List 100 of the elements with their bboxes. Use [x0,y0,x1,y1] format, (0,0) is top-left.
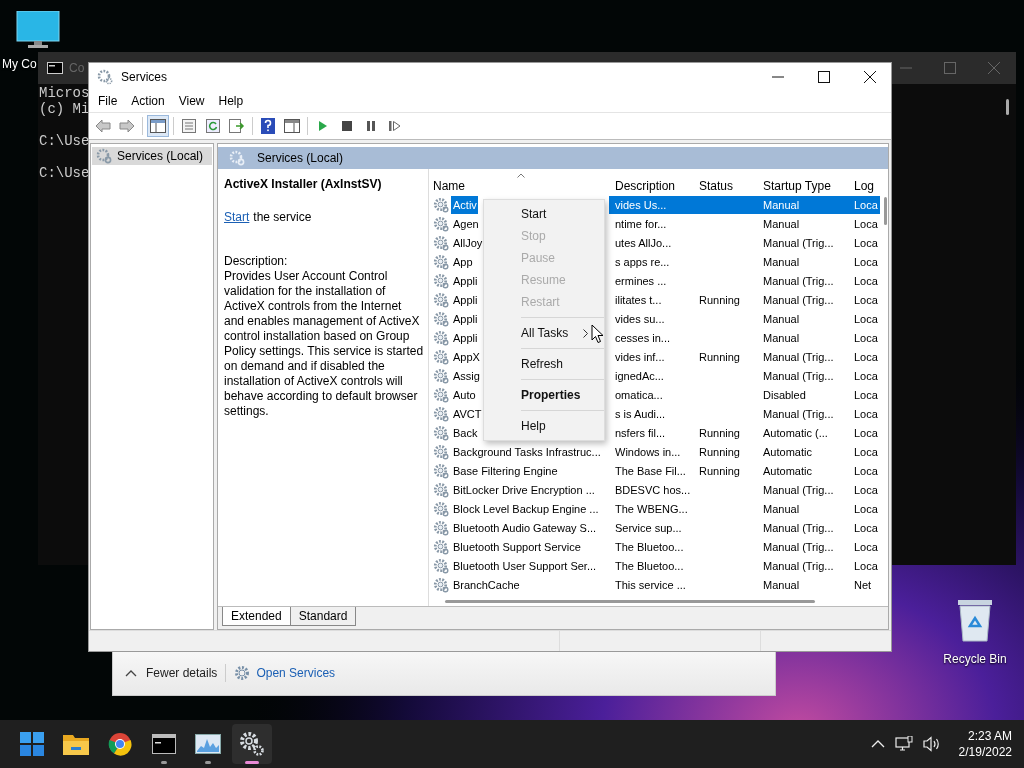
start-link[interactable]: Start [224,210,250,224]
table-cell[interactable]: AVCT [451,404,483,423]
table-row[interactable]: vides su... Manual Loca [609,309,880,328]
gears-icon [239,731,265,757]
table-row[interactable]: vides inf... Running Manual (Trig... Loca [609,347,880,366]
table-cell-text: Manual (Trig... [762,521,835,534]
table-row[interactable]: cesses in... Manual Loca [609,328,880,347]
table-cell[interactable]: Bluetooth Audio Gateway S... [451,518,598,537]
recycle-bin-icon[interactable] [956,598,994,642]
desktop-icon-label[interactable]: My Co [2,57,37,71]
caret-up-icon[interactable] [125,669,137,677]
resume-icon [389,121,401,131]
menu-item[interactable]: Properties [484,384,604,406]
table-cell[interactable]: BranchCache [451,575,521,594]
desktop-icon-label[interactable]: Recycle Bin [943,652,1007,666]
table-cell[interactable]: Agen [451,214,480,233]
table-cell-text: Automatic [762,445,813,458]
gear-icon [433,386,449,403]
left-arrow-icon [95,119,111,133]
table-cell-text: Loca [853,312,879,325]
table-row[interactable]: vides Us... Manual Loca [609,195,880,214]
menu-item[interactable]: View [171,94,212,108]
table-cell[interactable]: Assig [451,366,481,385]
table-row[interactable]: Windows in... Running Automatic Loca [609,442,880,461]
table-row[interactable]: Service sup... Manual (Trig... Loca [609,518,880,537]
table-cell[interactable]: App [451,252,474,271]
table-cell[interactable]: AllJoy [451,233,484,252]
gear-icon [433,253,449,270]
menu-item[interactable]: Help [484,415,604,437]
scrollbar-thumb[interactable] [445,600,815,603]
scrollbar-thumb[interactable] [884,197,887,225]
column-header[interactable]: Name [431,179,609,193]
table-cell[interactable]: Back [451,423,479,442]
menu-item[interactable]: Refresh [484,353,604,375]
gear-icon [433,272,449,289]
table-row[interactable]: The Bluetoo... Manual (Trig... Loca [609,556,880,575]
table-row[interactable]: The Base Fil... Running Automatic Loca [609,461,880,480]
table-cell-text: Loca [853,331,879,344]
table-row[interactable]: utes AllJo... Manual (Trig... Loca [609,233,880,252]
open-services-link[interactable]: Open Services [256,666,336,680]
menu-item[interactable]: Start [484,203,604,225]
table-row[interactable]: This service ... Manual Net [609,575,880,594]
table-row[interactable]: ilitates t... Running Manual (Trig... Loca [609,290,880,309]
toolbar-button[interactable] [147,115,169,137]
table-cell-text: ilitates t... [614,293,663,306]
table-cell-text: Running [698,445,741,458]
monitor-icon[interactable] [16,11,60,49]
table-row[interactable]: s apps re... Manual Loca [609,252,880,271]
gear-icon [433,576,449,593]
speaker-icon[interactable] [922,736,941,752]
table-row[interactable]: The Bluetoo... Manual (Trig... Loca [609,537,880,556]
table-cell[interactable]: Appli [451,328,479,347]
table-cell-text: Loca [853,217,879,230]
tab[interactable]: Standard [289,607,357,626]
table-cell-text: Manual (Trig... [762,293,835,306]
tab[interactable]: Extended [222,607,291,626]
table-cell-text: Running [698,350,741,363]
table-cell[interactable]: Base Filtering Engine [451,461,559,480]
menu-item[interactable]: File [91,94,125,108]
table-cell[interactable]: BitLocker Drive Encryption ... [451,480,596,499]
menu-item[interactable]: Help [211,94,251,108]
table-cell-text: ermines ... [614,274,668,287]
table-row[interactable]: omatica... Disabled Loca [609,385,880,404]
gears-icon [229,150,245,166]
table-row[interactable]: ignedAc... Manual (Trig... Loca [609,366,880,385]
gear-icon [433,310,449,327]
table-cell[interactable]: Activ [451,195,478,214]
table-cell[interactable]: Background Tasks Infrastruc... [451,442,602,461]
table-row[interactable]: The WBENG... Manual Loca [609,499,880,518]
table-row[interactable]: s is Audi... Manual (Trig... Loca [609,404,880,423]
table-cell[interactable]: Appli [451,271,479,290]
fewer-details-toggle[interactable]: Fewer details [146,666,218,680]
table-row[interactable]: ntime for... Manual Loca [609,214,880,233]
table-cell[interactable]: Bluetooth User Support Ser... [451,556,598,575]
tree-item[interactable]: Services (Local) [92,147,212,165]
table-row[interactable]: BDESVC hos... Manual (Trig... Loca [609,480,880,499]
table-cell-text: Manual [762,578,801,591]
scrollbar-thumb[interactable] [1006,99,1009,115]
column-header[interactable]: Description [609,179,693,193]
clock-date[interactable]: 2/19/2022 [958,745,1012,759]
close-icon[interactable] [864,70,876,83]
taskbar-button[interactable] [232,724,272,764]
table-cell[interactable]: Appli [451,290,479,309]
table-cell[interactable]: Bluetooth Support Service [451,537,582,556]
table-row[interactable]: ermines ... Manual (Trig... Loca [609,271,880,290]
table-cell[interactable]: Auto [451,385,477,404]
network-icon[interactable] [894,736,913,752]
table-cell-text: Manual (Trig... [762,236,835,249]
menu-item[interactable]: Action [124,94,172,108]
clock-time[interactable]: 2:23 AM [967,729,1012,743]
console-icon [47,62,63,74]
column-header[interactable]: Log [848,179,878,193]
table-cell[interactable]: Appli [451,309,479,328]
column-header[interactable]: Startup Type [757,179,848,193]
table-row[interactable]: nsfers fil... Running Automatic (... Loca [609,423,880,442]
maximize-icon[interactable] [818,70,830,83]
table-cell[interactable]: Block Level Backup Engine ... [451,499,600,518]
table-cell[interactable]: AppX [451,347,481,366]
column-header[interactable]: Status [693,179,757,193]
table-cell-text: BDESVC hos... [614,483,692,496]
